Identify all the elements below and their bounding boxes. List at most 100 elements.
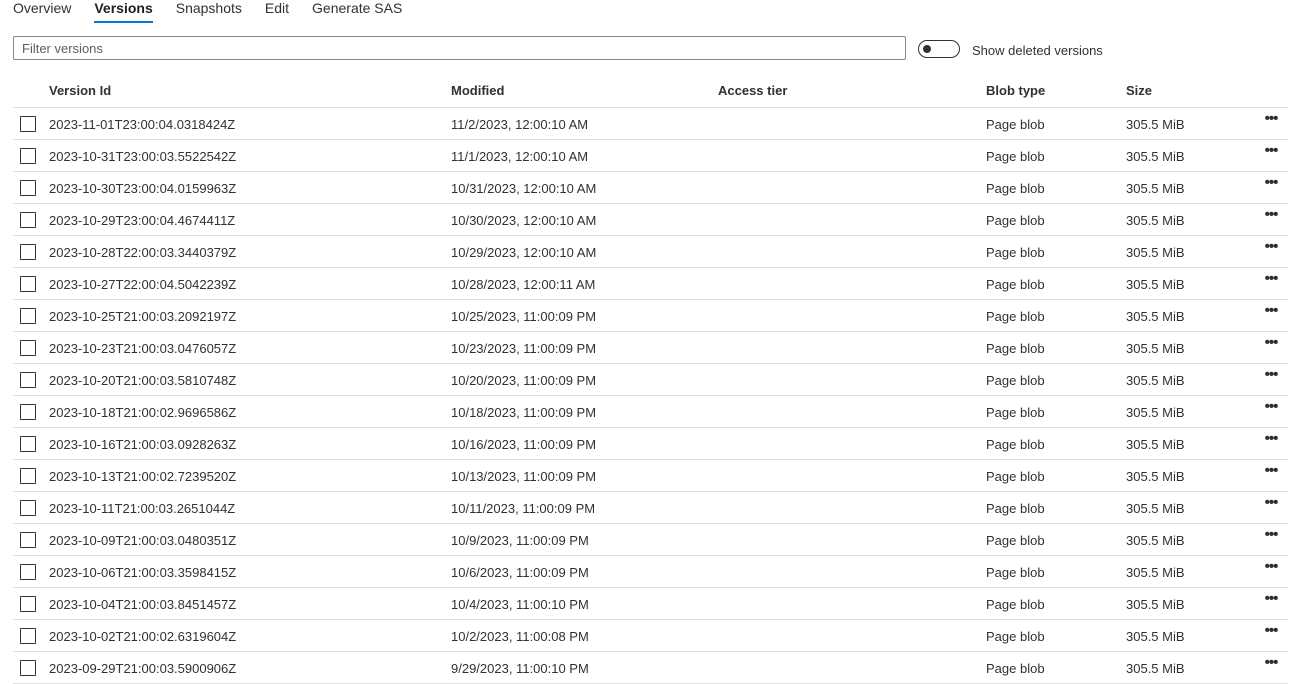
tab-snapshots[interactable]: Snapshots: [176, 0, 242, 24]
table-row[interactable]: 2023-10-23T21:00:03.0476057Z 10/23/2023, …: [13, 332, 1288, 364]
modified-cell: 10/13/2023, 11:00:09 PM: [451, 469, 597, 484]
version-id-cell: 2023-10-29T23:00:04.4674411Z: [49, 213, 236, 228]
row-checkbox[interactable]: [20, 500, 36, 516]
row-checkbox[interactable]: [20, 660, 36, 676]
blob-type-cell: Page blob: [986, 309, 1045, 324]
tab-versions[interactable]: Versions: [94, 0, 154, 24]
row-checkbox[interactable]: [20, 180, 36, 196]
more-horizontal-icon[interactable]: •••: [1259, 591, 1283, 613]
more-horizontal-icon[interactable]: •••: [1259, 623, 1283, 645]
more-horizontal-icon[interactable]: •••: [1259, 559, 1283, 581]
column-header-size[interactable]: Size: [1126, 83, 1152, 98]
size-cell: 305.5 MiB: [1126, 117, 1185, 132]
show-deleted-versions-toggle[interactable]: [918, 40, 960, 58]
row-checkbox[interactable]: [20, 532, 36, 548]
column-header-access-tier[interactable]: Access tier: [718, 83, 787, 98]
version-id-cell: 2023-10-11T21:00:03.2651044Z: [49, 501, 236, 516]
more-horizontal-icon[interactable]: •••: [1259, 111, 1283, 133]
row-checkbox[interactable]: [20, 116, 36, 132]
filter-versions-input[interactable]: [14, 37, 905, 59]
table-row[interactable]: 2023-10-16T21:00:03.0928263Z 10/16/2023, …: [13, 428, 1288, 460]
table-row[interactable]: 2023-09-29T21:00:03.5900906Z 9/29/2023, 1…: [13, 652, 1288, 684]
size-cell: 305.5 MiB: [1126, 149, 1185, 164]
modified-cell: 10/18/2023, 11:00:09 PM: [451, 405, 597, 420]
more-horizontal-icon[interactable]: •••: [1259, 367, 1283, 389]
table-row[interactable]: 2023-10-29T23:00:04.4674411Z 10/30/2023, …: [13, 204, 1288, 236]
table-row[interactable]: 2023-10-09T21:00:03.0480351Z 10/9/2023, 1…: [13, 524, 1288, 556]
table-row[interactable]: 2023-10-02T21:00:02.6319604Z 10/2/2023, 1…: [13, 620, 1288, 652]
version-id-cell: 2023-10-25T21:00:03.2092197Z: [49, 309, 237, 324]
size-cell: 305.5 MiB: [1126, 245, 1185, 260]
modified-cell: 10/23/2023, 11:00:09 PM: [451, 341, 597, 356]
row-checkbox[interactable]: [20, 628, 36, 644]
modified-cell: 10/4/2023, 11:00:10 PM: [451, 597, 589, 612]
table-row[interactable]: 2023-10-18T21:00:02.9696586Z 10/18/2023, …: [13, 396, 1288, 428]
table-row[interactable]: 2023-10-04T21:00:03.8451457Z 10/4/2023, 1…: [13, 588, 1288, 620]
row-checkbox[interactable]: [20, 340, 36, 356]
more-horizontal-icon[interactable]: •••: [1259, 143, 1283, 165]
more-horizontal-icon[interactable]: •••: [1259, 655, 1283, 677]
tab-edit[interactable]: Edit: [265, 0, 289, 24]
column-header-blob-type[interactable]: Blob type: [986, 83, 1045, 98]
size-cell: 305.5 MiB: [1126, 341, 1185, 356]
modified-cell: 11/1/2023, 12:00:10 AM: [451, 149, 589, 164]
size-cell: 305.5 MiB: [1126, 597, 1185, 612]
more-horizontal-icon[interactable]: •••: [1259, 207, 1283, 229]
table-row[interactable]: 2023-10-20T21:00:03.5810748Z 10/20/2023, …: [13, 364, 1288, 396]
version-id-cell: 2023-10-04T21:00:03.8451457Z: [49, 597, 237, 612]
more-horizontal-icon[interactable]: •••: [1259, 335, 1283, 357]
more-horizontal-icon[interactable]: •••: [1259, 239, 1283, 261]
more-horizontal-icon[interactable]: •••: [1259, 175, 1283, 197]
size-cell: 305.5 MiB: [1126, 309, 1185, 324]
table-row[interactable]: 2023-10-31T23:00:03.5522542Z 11/1/2023, 1…: [13, 140, 1288, 172]
more-horizontal-icon[interactable]: •••: [1259, 463, 1283, 485]
table-row[interactable]: 2023-10-25T21:00:03.2092197Z 10/25/2023, …: [13, 300, 1288, 332]
filter-versions-box: [13, 36, 906, 60]
column-header-version-id[interactable]: Version Id: [49, 83, 111, 98]
row-checkbox[interactable]: [20, 468, 36, 484]
table-row[interactable]: 2023-10-28T22:00:03.3440379Z 10/29/2023, …: [13, 236, 1288, 268]
row-checkbox[interactable]: [20, 148, 36, 164]
row-checkbox[interactable]: [20, 564, 36, 580]
modified-cell: 10/2/2023, 11:00:08 PM: [451, 629, 589, 644]
version-id-cell: 2023-10-02T21:00:02.6319604Z: [49, 629, 237, 644]
blob-type-cell: Page blob: [986, 405, 1045, 420]
table-row[interactable]: 2023-10-11T21:00:03.2651044Z 10/11/2023, …: [13, 492, 1288, 524]
size-cell: 305.5 MiB: [1126, 437, 1185, 452]
modified-cell: 10/9/2023, 11:00:09 PM: [451, 533, 589, 548]
modified-cell: 10/30/2023, 12:00:10 AM: [451, 213, 597, 228]
row-checkbox[interactable]: [20, 212, 36, 228]
row-checkbox[interactable]: [20, 244, 36, 260]
version-id-cell: 2023-10-18T21:00:02.9696586Z: [49, 405, 237, 420]
row-checkbox[interactable]: [20, 372, 36, 388]
table-row[interactable]: 2023-10-13T21:00:02.7239520Z 10/13/2023, …: [13, 460, 1288, 492]
version-id-cell: 2023-10-09T21:00:03.0480351Z: [49, 533, 237, 548]
row-checkbox[interactable]: [20, 308, 36, 324]
more-horizontal-icon[interactable]: •••: [1259, 431, 1283, 453]
more-horizontal-icon[interactable]: •••: [1259, 495, 1283, 517]
version-id-cell: 2023-10-16T21:00:03.0928263Z: [49, 437, 237, 452]
table-row[interactable]: 2023-10-27T22:00:04.5042239Z 10/28/2023, …: [13, 268, 1288, 300]
row-checkbox[interactable]: [20, 276, 36, 292]
table-row[interactable]: 2023-11-01T23:00:04.0318424Z 11/2/2023, 1…: [13, 108, 1288, 140]
size-cell: 305.5 MiB: [1126, 405, 1185, 420]
blob-type-cell: Page blob: [986, 341, 1045, 356]
more-horizontal-icon[interactable]: •••: [1259, 303, 1283, 325]
row-checkbox[interactable]: [20, 596, 36, 612]
row-checkbox[interactable]: [20, 404, 36, 420]
more-horizontal-icon[interactable]: •••: [1259, 399, 1283, 421]
more-horizontal-icon[interactable]: •••: [1259, 271, 1283, 293]
table-row[interactable]: 2023-10-06T21:00:03.3598415Z 10/6/2023, 1…: [13, 556, 1288, 588]
blob-type-cell: Page blob: [986, 117, 1045, 132]
size-cell: 305.5 MiB: [1126, 533, 1185, 548]
table-row[interactable]: 2023-10-30T23:00:04.0159963Z 10/31/2023, …: [13, 172, 1288, 204]
row-checkbox[interactable]: [20, 436, 36, 452]
tab-generate-sas[interactable]: Generate SAS: [312, 0, 402, 24]
modified-cell: 10/29/2023, 12:00:10 AM: [451, 245, 597, 260]
blob-type-cell: Page blob: [986, 149, 1045, 164]
modified-cell: 10/6/2023, 11:00:09 PM: [451, 565, 589, 580]
tab-overview[interactable]: Overview: [13, 0, 71, 24]
column-header-modified[interactable]: Modified: [451, 83, 504, 98]
version-id-cell: 2023-10-28T22:00:03.3440379Z: [49, 245, 237, 260]
more-horizontal-icon[interactable]: •••: [1259, 527, 1283, 549]
